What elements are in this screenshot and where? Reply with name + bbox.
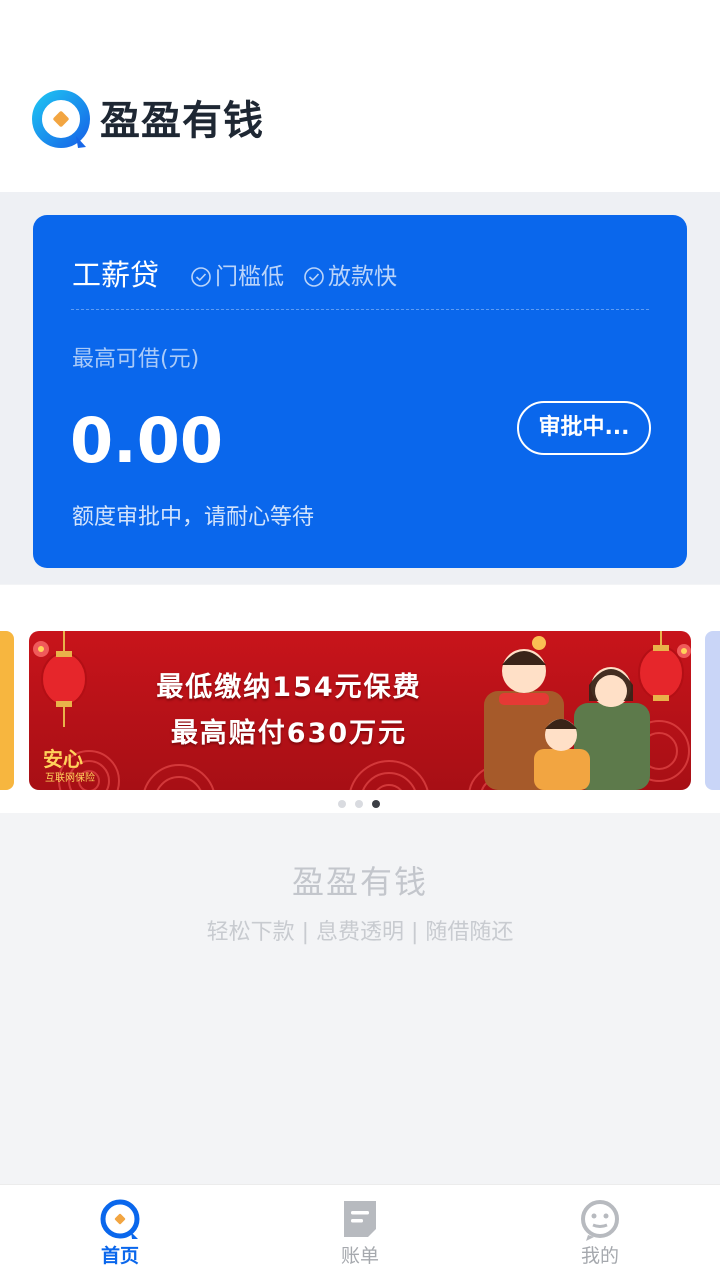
home-icon xyxy=(100,1199,140,1239)
banner-artwork xyxy=(29,631,691,790)
feature-tag: 门槛低 xyxy=(190,262,284,292)
footer-slogan: 轻松下款 | 息费透明 | 随借随还 xyxy=(206,920,514,945)
tab-mine[interactable]: 我的 xyxy=(540,1185,660,1281)
banner-slide-peek-right[interactable] xyxy=(705,631,720,790)
tab-bill-label: 账单 xyxy=(340,1245,379,1267)
banner-subheadline: 最高赔付630万元 xyxy=(170,718,408,749)
tab-mine-label: 我的 xyxy=(580,1245,619,1267)
banner-brand-subtitle: 互联网保险 xyxy=(45,773,95,784)
bill-icon xyxy=(344,1201,376,1237)
promo-banner[interactable]: 最低缴纳154元保费 最高赔付630万元 安心 互联网保险 xyxy=(29,631,691,790)
profile-icon xyxy=(581,1200,619,1241)
product-name: 工薪贷 xyxy=(72,258,160,292)
carousel-dot-active xyxy=(372,800,380,808)
approval-status-button[interactable]: 审批中... xyxy=(517,401,651,455)
carousel-dot xyxy=(338,800,346,808)
check-circle-icon xyxy=(304,267,324,287)
app-name: 盈盈有钱 xyxy=(100,98,264,144)
feature-tag: 放款快 xyxy=(303,262,397,292)
card-divider xyxy=(71,309,649,310)
brand-logo-icon xyxy=(32,90,90,148)
footer-brand: 盈盈有钱 xyxy=(291,863,428,901)
check-circle-icon xyxy=(191,267,211,287)
tab-home[interactable]: 首页 xyxy=(60,1185,180,1281)
feature-tag-label: 放款快 xyxy=(328,264,397,290)
carousel-dot xyxy=(355,800,363,808)
carousel-indicator xyxy=(338,799,384,809)
banner-headline: 最低缴纳154元保费 xyxy=(156,672,422,703)
tab-bill[interactable]: 账单 xyxy=(300,1185,420,1281)
approval-hint: 额度审批中，请耐心等待 xyxy=(72,505,315,530)
bottom-tab-bar: 首页 账单 我的 xyxy=(0,1184,720,1281)
app-header: 盈盈有钱 xyxy=(0,0,720,192)
max-amount-label: 最高可借(元) xyxy=(72,347,200,372)
loan-card[interactable]: 工薪贷 门槛低 放款快 最高可借(元) 0.00 审批中... 额度审批中，请耐… xyxy=(33,215,687,568)
banner-slide-peek-left[interactable] xyxy=(0,631,14,790)
banner-brand-logo: 安心 xyxy=(43,747,83,771)
feature-tag-label: 门槛低 xyxy=(215,264,284,290)
max-amount-value: 0.00 xyxy=(70,404,223,477)
tab-home-label: 首页 xyxy=(100,1245,139,1267)
